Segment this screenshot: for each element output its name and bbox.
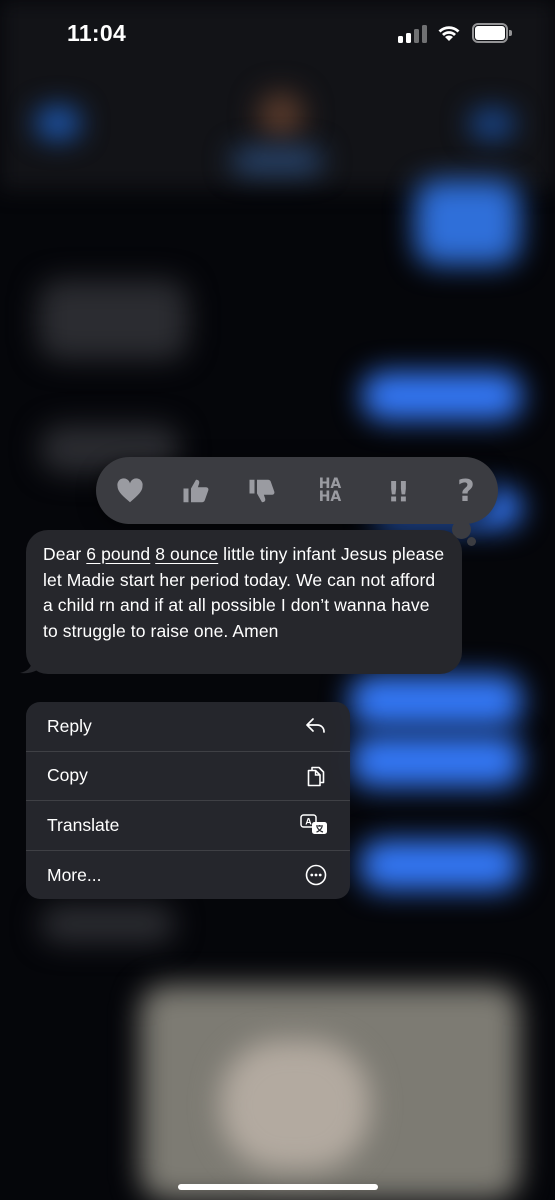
blurred-outgoing-bubble (415, 180, 520, 265)
home-indicator[interactable] (178, 1184, 378, 1190)
status-bar: 11:04 (0, 0, 555, 66)
blurred-outgoing-bubble (360, 840, 520, 890)
reply-menu-item[interactable]: Reply (26, 702, 350, 752)
measurement-link[interactable]: 8 ounce (155, 544, 218, 564)
message-text-part: Dear (43, 544, 87, 564)
blurred-video-button (470, 110, 514, 138)
copy-icon (307, 766, 325, 787)
blurred-outgoing-bubble (350, 735, 522, 787)
translate-label: Translate (47, 814, 120, 835)
haha-reaction-button[interactable]: HA HA (310, 471, 350, 511)
reply-label: Reply (47, 715, 92, 736)
thumbs-up-icon (183, 479, 209, 503)
reply-icon (306, 718, 325, 734)
context-menu: Reply Copy Translate A More... (26, 702, 350, 899)
blurred-outgoing-bubble (350, 675, 522, 727)
thumbs-down-reaction-button[interactable] (242, 471, 282, 511)
measurement-link[interactable]: 6 pound (86, 544, 150, 564)
svg-text:A: A (305, 817, 312, 827)
thumbs-up-reaction-button[interactable] (176, 471, 216, 511)
heart-icon (117, 478, 143, 503)
cellular-signal-icon (398, 25, 428, 43)
selected-message-bubble[interactable]: Dear 6 pound 8 ounce little tiny infant … (26, 530, 462, 674)
copy-menu-item[interactable]: Copy (26, 752, 350, 801)
blurred-contact-name (232, 150, 322, 172)
blurred-incoming-bubble (38, 280, 188, 360)
translate-icon: A (300, 814, 327, 835)
tapback-reaction-bar: HA HA !! ? (96, 457, 498, 524)
haha-label: HA HA (318, 476, 342, 505)
more-icon (305, 864, 327, 886)
thumbs-down-icon (249, 479, 275, 503)
emphasize-reaction-button[interactable]: !! (377, 471, 417, 511)
more-label: More... (47, 864, 102, 885)
copy-label: Copy (47, 765, 88, 786)
tapback-tail-dot-small (467, 537, 476, 546)
blurred-avatar (258, 92, 304, 138)
battery-icon (472, 23, 512, 43)
wifi-icon (436, 22, 462, 42)
blurred-back-button (36, 108, 80, 138)
question-reaction-button[interactable]: ? (446, 471, 486, 511)
status-time: 11:04 (67, 20, 127, 46)
message-text: Dear 6 pound 8 ounce little tiny infant … (43, 542, 448, 644)
translate-menu-item[interactable]: Translate A (26, 801, 350, 851)
emphasize-label: !! (387, 474, 409, 508)
blurred-outgoing-bubble (362, 372, 522, 420)
more-menu-item[interactable]: More... (26, 851, 350, 900)
question-label: ? (457, 473, 475, 509)
blurred-incoming-bubble (40, 905, 175, 943)
heart-reaction-button[interactable] (110, 471, 150, 511)
blurred-photo-detail (220, 1040, 370, 1170)
